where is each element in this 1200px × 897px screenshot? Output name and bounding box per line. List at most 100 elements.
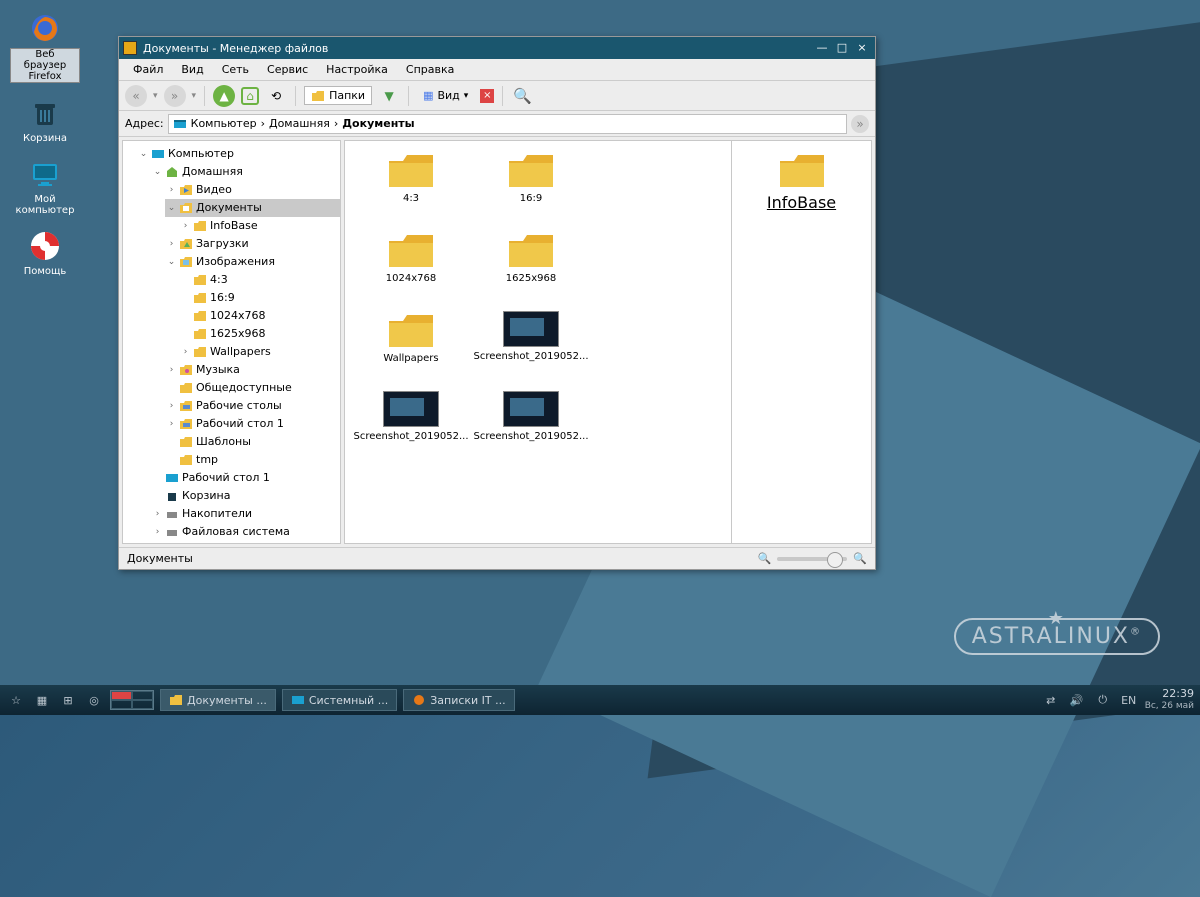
taskbar-task[interactable]: Системный ...	[282, 689, 397, 711]
tree-item: ›Загрузки	[165, 235, 340, 253]
view-dropdown[interactable]: ▦ Вид ▾	[417, 87, 474, 104]
grid-item[interactable]: Wallpapers	[351, 307, 471, 387]
grid-item[interactable]: 1625x968	[471, 227, 591, 307]
power-tray-icon[interactable]: ⏻	[1093, 690, 1113, 710]
desktop-icon-firefox[interactable]: Веб браузер Firefox	[10, 10, 80, 83]
menu-file[interactable]: Файл	[125, 61, 171, 78]
tree-item: ›Файловая система	[151, 523, 340, 541]
menu-service[interactable]: Сервис	[259, 61, 316, 78]
tree-item: 1024x768	[179, 307, 340, 325]
zoom-slider[interactable]	[777, 557, 847, 561]
terminal-button[interactable]: ◎	[84, 690, 104, 710]
nav-forward-button[interactable]: »	[164, 85, 186, 107]
tree-item: ›Видео	[165, 181, 340, 199]
zoom-in-icon[interactable]: 🔍	[853, 552, 867, 565]
tree-item: 1625x968	[179, 325, 340, 343]
tree-item: ⌄Изображения 4:3 16:9 1024x768 1625x968 …	[165, 253, 340, 361]
tree-item: ›Рабочий стол 1	[165, 415, 340, 433]
tree-item: Шаблоны	[165, 433, 340, 451]
crumb-computer[interactable]: Компьютер	[191, 117, 257, 130]
crumb-home[interactable]: Домашняя	[269, 117, 330, 130]
menu-view[interactable]: Вид	[173, 61, 211, 78]
tree-item: 4:3	[179, 271, 340, 289]
address-input[interactable]: Компьютер › Домашняя › Документы	[168, 114, 847, 134]
tree-item: ›Wallpapers	[179, 343, 340, 361]
zoom-out-icon[interactable]: 🔍	[758, 552, 772, 565]
grid-item-label: 4:3	[351, 193, 471, 204]
desktop-icon-label: Помощь	[10, 266, 80, 277]
start-button[interactable]: ☆	[6, 690, 26, 710]
desktop-icon-help[interactable]: Помощь	[10, 228, 80, 277]
grid-item-label: 1024x768	[351, 273, 471, 284]
crumb-documents[interactable]: Документы	[342, 117, 414, 130]
maximize-button[interactable]: □	[833, 41, 851, 55]
tree-item: tmp	[165, 451, 340, 469]
nav-up-button[interactable]: ▲	[213, 85, 235, 107]
desktop-icon-computer[interactable]: Мой компьютер	[10, 156, 80, 216]
window-title: Документы - Менеджер файлов	[143, 42, 328, 55]
minimize-button[interactable]: —	[813, 41, 831, 55]
grid-item-label: 1625x968	[471, 273, 591, 284]
nav-home-button[interactable]: ⌂	[241, 87, 259, 105]
grid-item-label: Screenshot_2019052...	[471, 431, 591, 442]
menu-settings[interactable]: Настройка	[318, 61, 396, 78]
desktop-icon-label: Веб браузер Firefox	[10, 48, 80, 83]
grid-item[interactable]: InfoBase	[738, 151, 865, 212]
window-icon	[123, 41, 137, 55]
pager[interactable]	[110, 690, 154, 710]
file-manager-window: Документы - Менеджер файлов — □ × Файл В…	[118, 36, 876, 570]
tree-item: ⌄Документы ›InfoBase	[165, 199, 340, 235]
desktop-icon-trash[interactable]: Корзина	[10, 95, 80, 144]
grid-item[interactable]: Screenshot_2019052...	[351, 387, 471, 467]
menubar: Файл Вид Сеть Сервис Настройка Справка	[119, 59, 875, 81]
toolbar: « ▾ » ▾ ▲ ⌂ ⟲ Папки ▼ ▦ Вид ▾ × 🔍	[119, 81, 875, 111]
icon-view[interactable]: 4:316:91024x7681625x968WallpapersScreens…	[344, 140, 872, 544]
menu-help[interactable]: Справка	[398, 61, 462, 78]
menu-network[interactable]: Сеть	[214, 61, 257, 78]
address-label: Адрес:	[125, 117, 164, 130]
reload-button[interactable]: ⟲	[265, 85, 287, 107]
tree-item: ›Сеть	[151, 541, 340, 544]
folders-dropdown[interactable]: Папки	[304, 86, 372, 105]
filter-button[interactable]: ▼	[378, 85, 400, 107]
address-go-button[interactable]: »	[851, 115, 869, 133]
taskbar-task[interactable]: Записки IT ...	[403, 689, 514, 711]
grid-item[interactable]: 16:9	[471, 147, 591, 227]
tree-item: ›InfoBase	[179, 217, 340, 235]
tree-panel[interactable]: ⌄Компьютер ⌄Домашняя ›Видео ⌄Документы ›…	[122, 140, 341, 544]
keyboard-layout[interactable]: EN	[1119, 690, 1139, 710]
grid-item-label: 16:9	[471, 193, 591, 204]
status-text: Документы	[127, 552, 193, 565]
tree-item: ›Музыка	[165, 361, 340, 379]
close-tab-button[interactable]: ×	[480, 89, 494, 103]
grid-item[interactable]: Screenshot_2019052...	[471, 307, 591, 387]
desktop-icon-label: Мой компьютер	[10, 194, 80, 216]
close-button[interactable]: ×	[853, 41, 871, 55]
brand-logo: ★ASTRALINUX®	[954, 618, 1160, 655]
titlebar[interactable]: Документы - Менеджер файлов — □ ×	[119, 37, 875, 59]
volume-tray-icon[interactable]: 🔊	[1067, 690, 1087, 710]
taskbar: ☆ ▦ ⊞ ◎ Документы ... Системный ... Запи…	[0, 685, 1200, 715]
grid-item[interactable]: Screenshot_2019052...	[471, 387, 591, 467]
address-bar: Адрес: Компьютер › Домашняя › Документы …	[119, 111, 875, 137]
grid-item[interactable]: 4:3	[351, 147, 471, 227]
show-desktop-button[interactable]: ▦	[32, 690, 52, 710]
grid-item-label: InfoBase	[738, 193, 865, 212]
nav-back-button[interactable]: «	[125, 85, 147, 107]
taskbar-task[interactable]: Документы ...	[160, 689, 276, 711]
statusbar: Документы 🔍 🔍	[119, 547, 875, 569]
grid-item-label: Screenshot_2019052...	[471, 351, 591, 362]
tree-item: Корзина	[151, 487, 340, 505]
tree-item: ›Рабочие столы	[165, 397, 340, 415]
tree-item: ›Накопители	[151, 505, 340, 523]
tree-item: Рабочий стол 1	[151, 469, 340, 487]
tree-item: Общедоступные	[165, 379, 340, 397]
network-tray-icon[interactable]: ⇄	[1041, 690, 1061, 710]
search-button[interactable]: 🔍	[511, 85, 533, 107]
grid-item-label: Wallpapers	[351, 353, 471, 364]
app-launcher-button[interactable]: ⊞	[58, 690, 78, 710]
desktop-icon-label: Корзина	[10, 133, 80, 144]
grid-item[interactable]: 1024x768	[351, 227, 471, 307]
clock[interactable]: 22:39 Вс, 26 май	[1145, 688, 1194, 712]
tree-item: 16:9	[179, 289, 340, 307]
